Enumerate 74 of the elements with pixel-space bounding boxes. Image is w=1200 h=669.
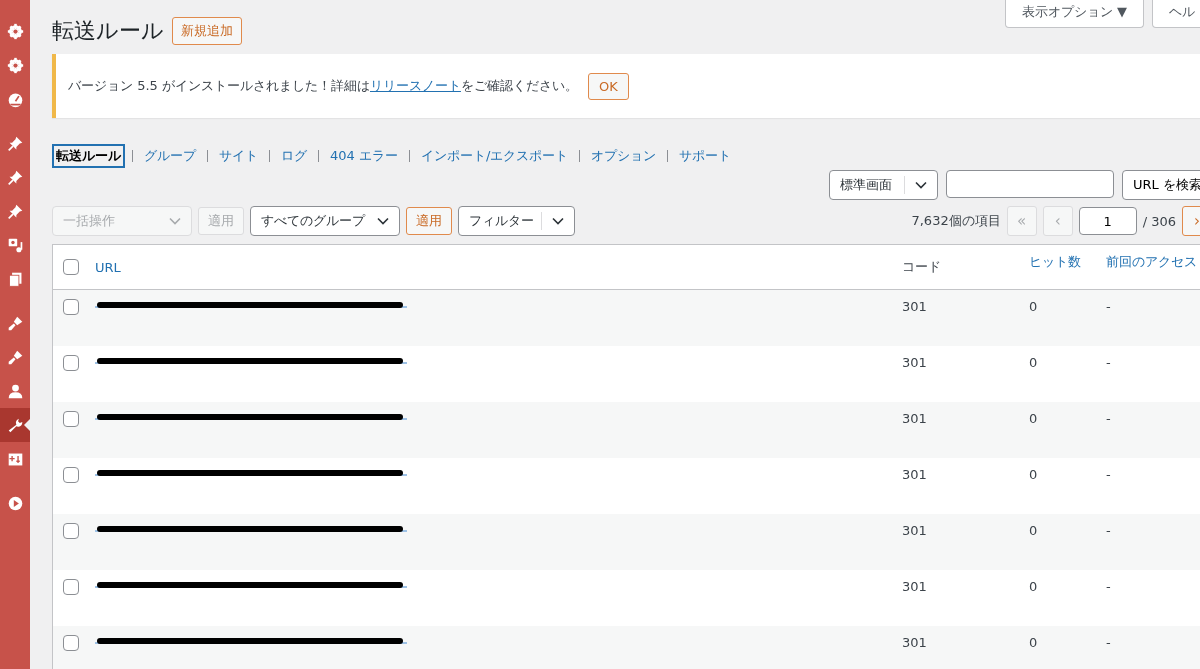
release-notes-link[interactable]: リリースノート — [369, 78, 461, 93]
brush-icon — [6, 314, 24, 332]
table-cell-text: 0 — [1029, 299, 1039, 314]
column-header[interactable]: ヒット数 — [1029, 245, 1106, 271]
table-cell-text: - — [1106, 523, 1112, 538]
pin-icon — [6, 134, 24, 152]
screen-options-button[interactable]: 表示オプション ▼ — [1004, 0, 1144, 28]
row-checkbox[interactable] — [63, 355, 79, 371]
wrench-icon — [6, 416, 24, 434]
table-cell-text: 301 — [902, 411, 928, 426]
chevron-down-icon — [915, 181, 927, 189]
pin-icon — [6, 202, 24, 220]
group-select[interactable]: すべてのグループ — [250, 206, 400, 236]
nav-tab[interactable]: インポート/エクスポート — [416, 144, 573, 168]
filter-select[interactable]: フィルター — [458, 206, 575, 236]
pages-icon — [6, 270, 24, 288]
nav-tab[interactable]: 転送ルール — [52, 144, 125, 168]
row-checkbox[interactable] — [63, 579, 79, 595]
table-cell-text: 301 — [902, 523, 928, 538]
table-cell-text: 0 — [1029, 355, 1039, 370]
apply-button[interactable]: 適用 — [406, 207, 452, 235]
table-cell-text: 0 — [1029, 411, 1039, 426]
notice-text: バージョン 5.5 がインストールされました！詳細は リリースノート をご確認ください。 — [68, 77, 578, 95]
table-cell-text: 0 — [1029, 523, 1039, 538]
nav-tab[interactable]: ログ — [277, 144, 311, 168]
chevron-down-icon — [169, 217, 181, 225]
table-cell-text: - — [1106, 411, 1112, 426]
row-checkbox[interactable] — [63, 467, 79, 483]
nav-tab[interactable]: グループ — [140, 144, 200, 168]
table-cell-text: - — [1106, 467, 1112, 482]
item-count: 7,632個の項目 — [911, 212, 1001, 230]
table-cell-text: 0 — [1029, 579, 1039, 594]
gear-icon — [6, 22, 24, 40]
gear-icon — [6, 56, 24, 74]
table-cell-text: - — [1106, 355, 1112, 370]
add-new-button[interactable]: 新規追加 — [172, 17, 242, 45]
brush-icon — [6, 348, 24, 366]
user-icon — [6, 382, 24, 400]
ok-button[interactable]: OK — [587, 72, 629, 100]
nav-tab[interactable]: 404 エラー — [326, 144, 402, 168]
table-cell-text: 301 — [902, 635, 928, 650]
sidebar-item[interactable] — [0, 408, 30, 442]
nav-tab[interactable]: サポート — [675, 144, 736, 168]
table-cell-text: - — [1106, 635, 1112, 650]
column-header: コード — [902, 258, 942, 276]
row-checkbox[interactable] — [63, 635, 79, 651]
nav-tab[interactable]: オプション — [587, 144, 661, 168]
chevron-down-icon — [377, 217, 389, 225]
table-cell-text: - — [1106, 579, 1112, 594]
play-icon — [6, 494, 24, 512]
chevron-down-icon — [552, 217, 564, 225]
page-title: 転送ルール — [52, 17, 164, 45]
select-all-checkbox[interactable] — [63, 259, 79, 275]
page-total: / 306 — [1142, 213, 1176, 229]
row-checkbox[interactable] — [63, 299, 79, 315]
row-checkbox[interactable] — [63, 523, 79, 539]
row-checkbox[interactable] — [63, 411, 79, 427]
nav-tab[interactable]: サイト — [215, 144, 262, 168]
pin-icon — [6, 168, 24, 186]
table-cell-text: 301 — [902, 467, 928, 482]
next-page-button[interactable]: › — [1182, 206, 1200, 236]
column-header[interactable]: 前回のアクセス — [1106, 245, 1200, 271]
table-cell-text: - — [1106, 299, 1112, 314]
page-field[interactable]: 1 — [1078, 207, 1137, 235]
table-cell-text: 0 — [1029, 635, 1039, 650]
table-cell-text: 301 — [902, 579, 928, 594]
search-field[interactable] — [946, 170, 1114, 198]
view-mode-select[interactable]: 標準画面 — [829, 170, 938, 200]
table-cell-text: 301 — [902, 355, 928, 370]
table-cell-text: 0 — [1029, 467, 1039, 482]
column-header[interactable]: URL — [95, 259, 902, 275]
media-icon — [6, 236, 24, 254]
help-button[interactable]: ヘル — [1152, 0, 1200, 28]
table-cell-text: 301 — [902, 299, 928, 314]
